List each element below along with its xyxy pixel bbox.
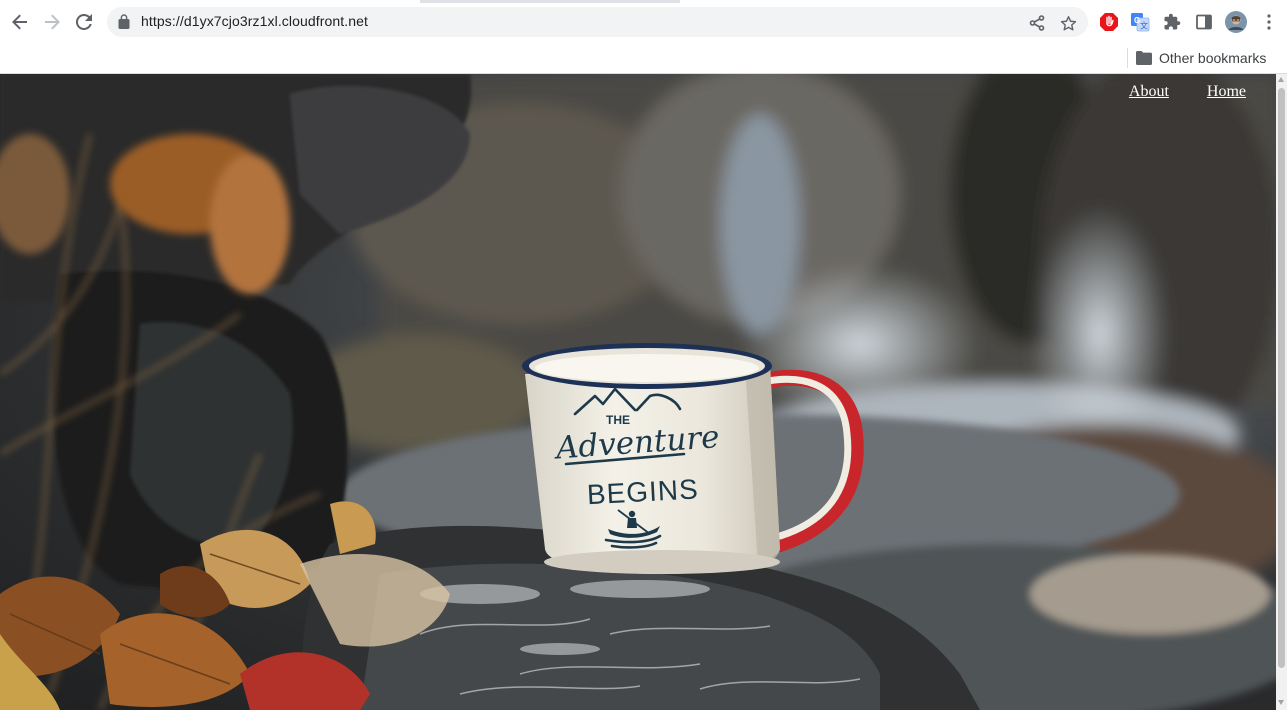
page-viewport: THE Adventure BEGINS About Home xyxy=(0,74,1287,710)
bookmarks-divider xyxy=(1127,48,1128,68)
other-bookmarks-label: Other bookmarks xyxy=(1159,50,1267,66)
more-vert-icon xyxy=(1267,14,1271,30)
side-panel-button[interactable] xyxy=(1193,11,1215,33)
forward-arrow-icon xyxy=(45,14,60,30)
lock-icon[interactable] xyxy=(118,14,130,29)
mug-text-begins: BEGINS xyxy=(586,473,699,510)
scroll-up-arrow-icon[interactable] xyxy=(1278,77,1284,82)
nav-link-home[interactable]: Home xyxy=(1207,83,1246,101)
star-icon xyxy=(1060,15,1076,31)
folder-icon xyxy=(1136,51,1152,65)
profile-avatar xyxy=(1225,11,1247,33)
adblock-extension[interactable] xyxy=(1098,11,1120,33)
site-nav: About Home xyxy=(1129,83,1246,101)
scroll-down-arrow-icon[interactable] xyxy=(1278,700,1284,705)
browser-toolbar: https://d1yx7cjo3rz1xl.cloudfront.net G文 xyxy=(0,0,1287,44)
extensions-puzzle-icon xyxy=(1164,13,1181,30)
bookmarks-bar: Other bookmarks xyxy=(0,44,1287,74)
adblock-icon xyxy=(1100,13,1118,31)
reload-icon xyxy=(76,14,92,30)
browser-menu-button[interactable] xyxy=(1258,11,1280,33)
translate-extension[interactable]: G文 xyxy=(1129,11,1151,33)
other-bookmarks-button[interactable]: Other bookmarks xyxy=(1136,46,1266,70)
hero-background-image: THE Adventure BEGINS About Home xyxy=(0,74,1276,710)
tab-edge xyxy=(680,0,1287,3)
side-panel-icon xyxy=(1196,14,1212,30)
translate-icon: G文 xyxy=(1131,13,1150,32)
svg-text:文: 文 xyxy=(1140,21,1148,31)
share-button[interactable] xyxy=(1028,14,1046,32)
share-icon xyxy=(1029,15,1045,31)
back-arrow-icon xyxy=(12,14,27,30)
bookmark-star-button[interactable] xyxy=(1059,14,1077,32)
back-button[interactable] xyxy=(6,8,34,36)
profile-button[interactable] xyxy=(1225,11,1247,33)
scrollbar-thumb[interactable] xyxy=(1278,88,1285,668)
reload-button[interactable] xyxy=(70,8,98,36)
extensions-button[interactable] xyxy=(1161,11,1183,33)
active-tab-edge xyxy=(0,0,420,3)
nav-link-about[interactable]: About xyxy=(1129,83,1169,101)
page-scrollbar[interactable] xyxy=(1276,74,1287,710)
url-text[interactable]: https://d1yx7cjo3rz1xl.cloudfront.net xyxy=(141,13,368,29)
forward-button[interactable] xyxy=(38,8,66,36)
tab-strip-edge xyxy=(0,0,1287,3)
hero-photo: THE Adventure BEGINS xyxy=(0,74,1276,710)
address-bar[interactable]: https://d1yx7cjo3rz1xl.cloudfront.net xyxy=(107,7,1088,37)
